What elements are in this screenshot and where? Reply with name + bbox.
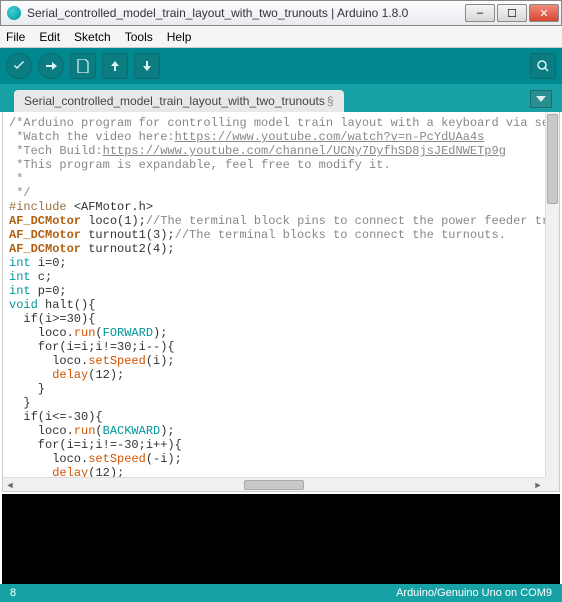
tab-modified-indicator: §: [327, 94, 334, 108]
serial-monitor-button[interactable]: [530, 53, 556, 79]
output-console[interactable]: [2, 494, 560, 584]
vertical-scrollbar[interactable]: [545, 112, 559, 477]
menu-file[interactable]: File: [6, 30, 25, 44]
scroll-corner: [545, 477, 559, 491]
close-button[interactable]: ✕: [529, 4, 559, 22]
window-titlebar: Serial_controlled_model_train_layout_wit…: [0, 0, 562, 26]
horizontal-scrollbar[interactable]: ◄ ►: [3, 477, 545, 491]
menu-bar: File Edit Sketch Tools Help: [0, 26, 562, 48]
file-icon: [77, 59, 89, 73]
verify-button[interactable]: [6, 53, 32, 79]
check-icon: [12, 59, 26, 73]
sketch-tab[interactable]: Serial_controlled_model_train_layout_wit…: [14, 90, 344, 112]
menu-edit[interactable]: Edit: [39, 30, 60, 44]
code-editor[interactable]: /*Arduino program for controlling model …: [2, 112, 560, 492]
arduino-app-icon: [7, 6, 21, 20]
chevron-down-icon: [536, 96, 546, 102]
code-area[interactable]: /*Arduino program for controlling model …: [3, 112, 545, 477]
new-sketch-button[interactable]: [70, 53, 96, 79]
menu-sketch[interactable]: Sketch: [74, 30, 111, 44]
tab-menu-button[interactable]: [530, 90, 552, 108]
tab-bar: Serial_controlled_model_train_layout_wit…: [0, 84, 562, 112]
upload-button[interactable]: [38, 53, 64, 79]
minimize-button[interactable]: –: [465, 4, 495, 22]
menu-help[interactable]: Help: [167, 30, 192, 44]
maximize-button[interactable]: ☐: [497, 4, 527, 22]
horizontal-scroll-thumb[interactable]: [244, 480, 304, 490]
scroll-right-arrow[interactable]: ►: [531, 480, 545, 490]
arrow-down-icon: [140, 59, 154, 73]
menu-tools[interactable]: Tools: [125, 30, 153, 44]
status-line-number: 8: [10, 587, 396, 599]
arrow-right-icon: [44, 59, 58, 73]
window-title: Serial_controlled_model_train_layout_wit…: [27, 6, 463, 20]
toolbar: [0, 48, 562, 84]
open-sketch-button[interactable]: [102, 53, 128, 79]
arrow-up-icon: [108, 59, 122, 73]
status-bar: 8 Arduino/Genuino Uno on COM9: [0, 584, 562, 602]
scroll-left-arrow[interactable]: ◄: [3, 480, 17, 490]
save-sketch-button[interactable]: [134, 53, 160, 79]
vertical-scroll-thumb[interactable]: [547, 114, 558, 204]
status-board-info: Arduino/Genuino Uno on COM9: [396, 587, 552, 599]
magnifier-icon: [536, 59, 550, 73]
tab-label: Serial_controlled_model_train_layout_wit…: [24, 94, 325, 108]
